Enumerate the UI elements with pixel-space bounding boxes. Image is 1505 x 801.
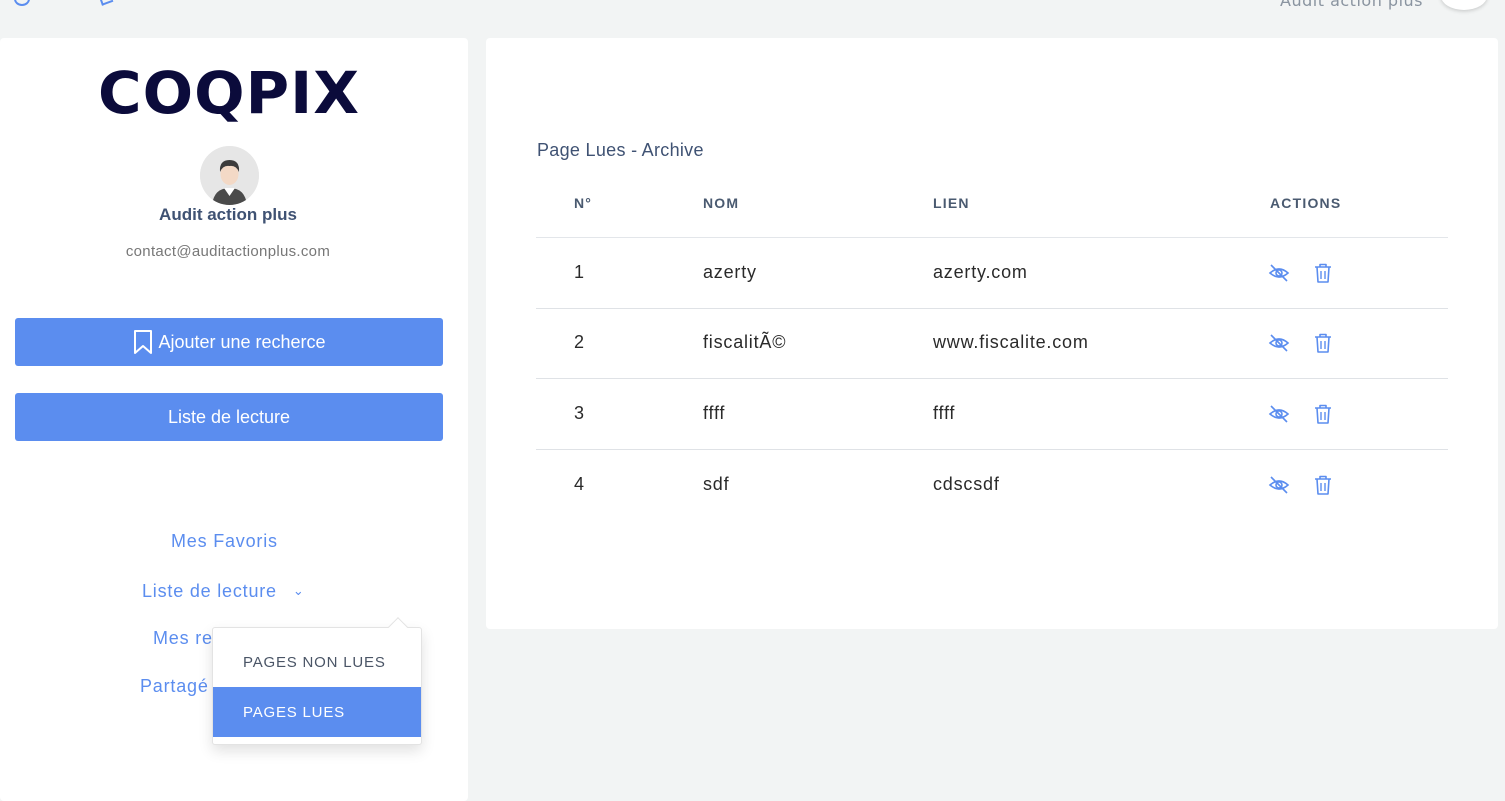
eye-off-icon[interactable] — [1268, 262, 1290, 284]
column-header-number: N° — [574, 195, 593, 211]
dropdown-item-unread[interactable]: PAGES NON LUES — [213, 637, 421, 687]
back-icon[interactable] — [98, 0, 114, 6]
table-row: 2 fiscalitÃ© www.fiscalite.com — [536, 308, 1448, 379]
logo-text: COQPIX — [98, 62, 360, 122]
column-header-name: NOM — [703, 195, 740, 211]
reading-list-button[interactable]: Liste de lecture — [15, 393, 443, 441]
cell-number: 2 — [574, 332, 585, 352]
column-header-actions: ACTIONS — [1270, 195, 1342, 211]
trash-icon[interactable] — [1312, 474, 1334, 496]
table-row: 4 sdf cdscsdf — [536, 450, 1448, 521]
top-user-name: Audit action plus — [1280, 0, 1423, 10]
eye-off-icon[interactable] — [1268, 474, 1290, 496]
nav-shared[interactable]: Partagé — [140, 676, 209, 697]
cell-number: 4 — [574, 474, 585, 494]
sidebar: COQPIX Audit action plus contact@auditac… — [0, 38, 468, 801]
bookmark-icon — [134, 330, 153, 354]
coqpix-logo: COQPIX — [98, 62, 360, 122]
cell-number: 3 — [574, 403, 585, 423]
cell-name: azerty — [703, 262, 757, 282]
table-header: N° NOM LIEN ACTIONS — [536, 188, 1448, 238]
cell-name: fiscalitÃ© — [703, 332, 787, 352]
table-row: 3 ffff ffff — [536, 379, 1448, 450]
user-name: Audit action plus — [159, 205, 297, 224]
avatar — [200, 146, 259, 205]
eye-off-icon[interactable] — [1268, 332, 1290, 354]
cell-link: www.fiscalite.com — [933, 332, 1089, 352]
user-avatar-icon — [200, 146, 259, 205]
trash-icon[interactable] — [1312, 403, 1334, 425]
add-search-label: Ajouter une recherce — [158, 331, 326, 352]
cell-name: ffff — [703, 403, 726, 423]
column-header-link: LIEN — [933, 195, 970, 211]
cell-link: azerty.com — [933, 262, 1028, 282]
user-email: contact@auditactionplus.com — [125, 243, 331, 260]
reading-list-label: Liste de lecture — [167, 406, 291, 427]
cell-link: cdscsdf — [933, 474, 1000, 494]
nav-mes[interactable]: Mes re — [153, 628, 213, 649]
nav-reading-list-label: Liste de lecture — [142, 581, 277, 601]
reading-list-dropdown: PAGES NON LUES PAGES LUES — [212, 617, 422, 745]
top-bar: Audit action plus — [0, 0, 1505, 36]
nav-favorites[interactable]: Mes Favoris — [171, 531, 278, 552]
trash-icon[interactable] — [1312, 332, 1334, 354]
menu-icon[interactable] — [14, 0, 30, 6]
eye-off-icon[interactable] — [1268, 403, 1290, 425]
dropdown-caret — [388, 617, 408, 637]
table-row: 1 azerty azerty.com — [536, 238, 1448, 309]
cell-name: sdf — [703, 474, 730, 494]
add-search-button[interactable]: Ajouter une recherce — [15, 318, 443, 366]
cell-number: 1 — [574, 262, 585, 282]
nav-reading-list[interactable]: Liste de lecture ⌄ — [142, 581, 305, 602]
dropdown-item-read[interactable]: PAGES LUES — [213, 687, 421, 737]
main-panel: Page Lues - Archive N° NOM LIEN ACTIONS … — [486, 38, 1498, 629]
trash-icon[interactable] — [1312, 262, 1334, 284]
page-title: Page Lues - Archive — [537, 140, 704, 160]
cell-link: ffff — [933, 403, 956, 423]
top-avatar[interactable] — [1441, 0, 1487, 10]
chevron-down-icon: ⌄ — [292, 583, 305, 598]
